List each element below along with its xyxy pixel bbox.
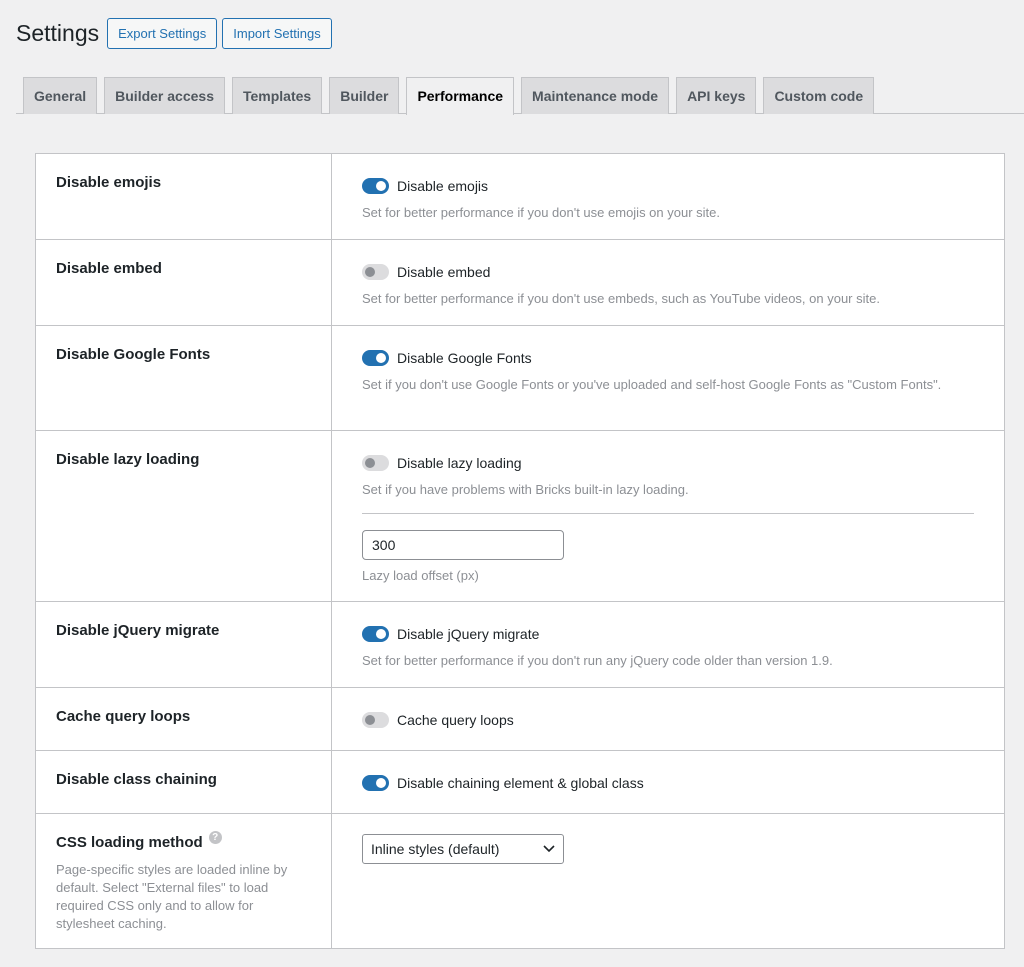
tab-performance[interactable]: Performance (406, 77, 515, 115)
performance-settings-table: Disable emojis Disable emojis Set for be… (35, 153, 1005, 949)
setting-content-cell: Inline styles (default) (332, 814, 1004, 948)
setting-label: Disable class chaining (56, 771, 217, 788)
disable-embed-toggle[interactable] (362, 264, 389, 280)
disable-jquery-migrate-toggle[interactable] (362, 626, 389, 642)
disable-lazy-loading-toggle[interactable] (362, 455, 389, 471)
setting-content-cell: Disable emojis Set for better performanc… (332, 154, 1004, 239)
chevron-down-icon (543, 842, 555, 856)
page-title: Settings (16, 20, 100, 46)
toggle-knob (365, 458, 375, 468)
setting-row-embed: Disable embed Disable embed Set for bett… (36, 240, 1004, 326)
setting-description: Set for better performance if you don't … (362, 291, 880, 306)
setting-content-cell: Disable embed Set for better performance… (332, 240, 1004, 325)
setting-description: Page-specific styles are loaded inline b… (56, 862, 288, 931)
setting-label: Disable embed (56, 260, 162, 277)
toggle-label[interactable]: Disable jQuery migrate (397, 626, 539, 642)
toggle-label[interactable]: Disable emojis (397, 178, 488, 194)
toggle-label[interactable]: Disable embed (397, 264, 490, 280)
tab-builder[interactable]: Builder (329, 77, 400, 114)
divider (362, 513, 974, 514)
toggle-label[interactable]: Disable lazy loading (397, 455, 522, 471)
setting-row-jquery-migrate: Disable jQuery migrate Disable jQuery mi… (36, 602, 1004, 688)
setting-label-cell: Disable lazy loading (36, 431, 332, 601)
tab-api-keys[interactable]: API keys (676, 77, 757, 114)
setting-label-cell: Disable emojis (36, 154, 332, 239)
setting-row-class-chaining: Disable class chaining Disable chaining … (36, 751, 1004, 814)
setting-label: CSS loading method (56, 834, 203, 851)
tab-templates[interactable]: Templates (231, 77, 323, 114)
cache-query-loops-toggle[interactable] (362, 712, 389, 728)
setting-description: Set if you don't use Google Fonts or you… (362, 377, 942, 392)
setting-label-wrap: CSS loading method? (56, 831, 311, 852)
setting-label-cell: Disable jQuery migrate (36, 602, 332, 687)
settings-tabs: General Builder access Templates Builder… (16, 77, 1024, 115)
tab-general[interactable]: General (23, 77, 98, 114)
select-value: Inline styles (default) (371, 841, 500, 857)
setting-content-cell: Disable chaining element & global class (332, 751, 1004, 813)
setting-row-emojis: Disable emojis Disable emojis Set for be… (36, 154, 1004, 240)
setting-row-css-loading-method: CSS loading method? Page-specific styles… (36, 814, 1004, 948)
import-settings-button[interactable]: Import Settings (222, 18, 332, 49)
setting-label-cell: Disable Google Fonts (36, 326, 332, 430)
disable-class-chaining-toggle[interactable] (362, 775, 389, 791)
setting-description: Set for better performance if you don't … (362, 653, 833, 668)
setting-row-cache-query-loops: Cache query loops Cache query loops (36, 688, 1004, 751)
setting-label: Cache query loops (56, 708, 191, 725)
setting-label: Disable Google Fonts (56, 346, 211, 363)
setting-label: Disable emojis (56, 174, 162, 191)
tab-maintenance-mode[interactable]: Maintenance mode (521, 77, 670, 114)
setting-description: Set for better performance if you don't … (362, 205, 720, 220)
toggle-label[interactable]: Disable chaining element & global class (397, 775, 644, 791)
lazy-load-offset-label: Lazy load offset (px) (362, 568, 479, 583)
setting-description: Set if you have problems with Bricks bui… (362, 482, 689, 497)
setting-label: Disable lazy loading (56, 451, 200, 468)
toggle-label[interactable]: Disable Google Fonts (397, 350, 532, 366)
css-loading-method-select[interactable]: Inline styles (default) (362, 834, 564, 864)
disable-emojis-toggle[interactable] (362, 178, 389, 194)
help-icon[interactable]: ? (208, 831, 222, 844)
setting-label-cell: Disable class chaining (36, 751, 332, 813)
export-settings-button[interactable]: Export Settings (107, 18, 218, 49)
setting-content-cell: Disable jQuery migrate Set for better pe… (332, 602, 1004, 687)
tab-custom-code[interactable]: Custom code (763, 77, 875, 114)
setting-content-cell: Disable Google Fonts Set if you don't us… (332, 326, 1004, 430)
toggle-knob (376, 629, 386, 639)
setting-label: Disable jQuery migrate (56, 622, 220, 639)
disable-google-fonts-toggle[interactable] (362, 350, 389, 366)
setting-row-lazy-loading: Disable lazy loading Disable lazy loadin… (36, 431, 1004, 602)
toggle-knob (365, 267, 375, 277)
toggle-knob (376, 181, 386, 191)
page-header: Settings Export Settings Import Settings (16, 18, 337, 49)
setting-content-cell: Cache query loops (332, 688, 1004, 750)
lazy-load-offset-input[interactable] (362, 530, 564, 560)
setting-label-cell: Disable embed (36, 240, 332, 325)
toggle-knob (376, 778, 386, 788)
toggle-knob (376, 353, 386, 363)
tab-builder-access[interactable]: Builder access (104, 77, 225, 114)
toggle-knob (365, 715, 375, 725)
setting-label-cell: Cache query loops (36, 688, 332, 750)
setting-label-cell: CSS loading method? Page-specific styles… (36, 814, 332, 948)
setting-content-cell: Disable lazy loading Set if you have pro… (332, 431, 1004, 601)
setting-row-google-fonts: Disable Google Fonts Disable Google Font… (36, 326, 1004, 431)
toggle-label[interactable]: Cache query loops (397, 712, 514, 728)
